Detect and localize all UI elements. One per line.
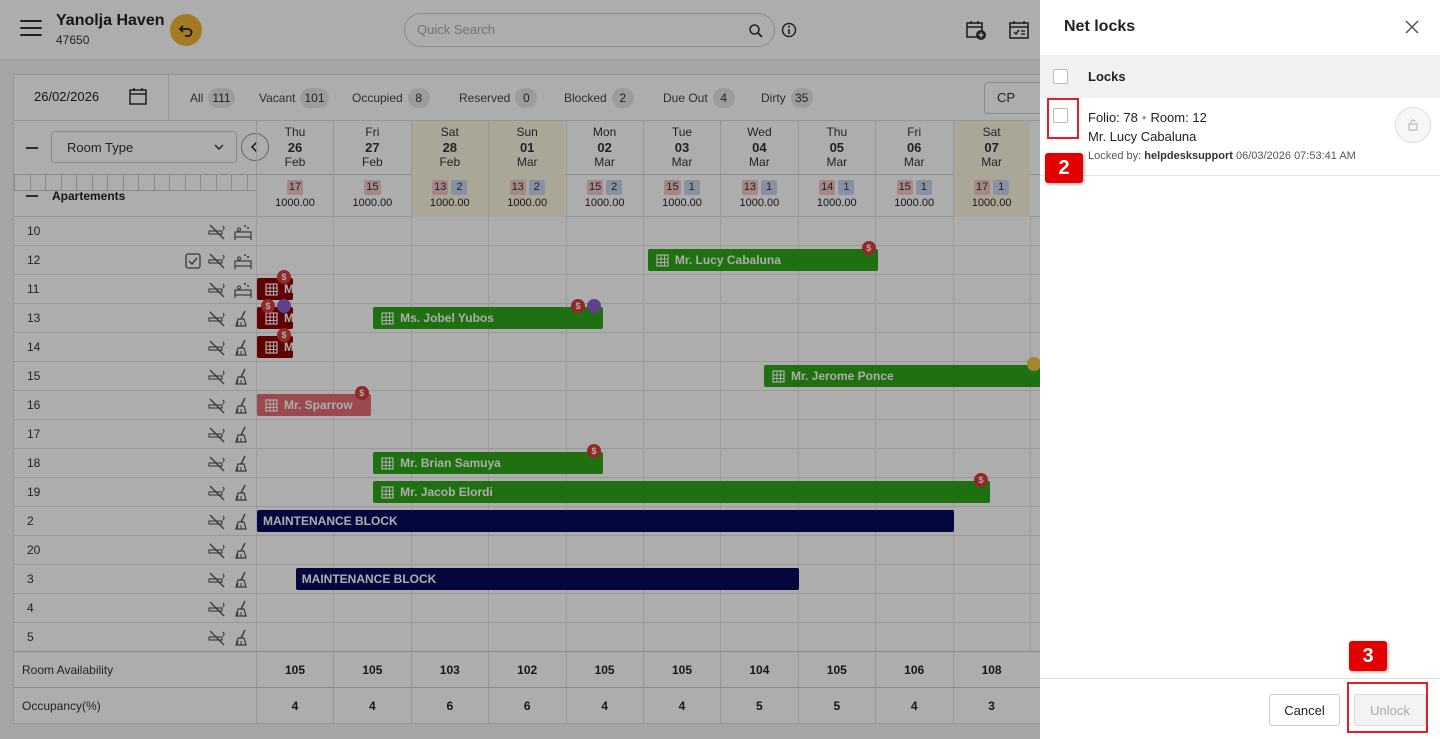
highlight-box-checkbox — [1047, 98, 1079, 139]
step-badge-2: 2 — [1045, 153, 1083, 183]
locked-by-user: helpdesksupport — [1144, 150, 1233, 162]
close-icon[interactable] — [1404, 19, 1420, 35]
lock-folio-room: Folio: 78 • Room: 12 — [1088, 110, 1207, 125]
panel-title: Net locks — [1064, 18, 1136, 35]
select-all-checkbox[interactable] — [1053, 69, 1068, 84]
locked-by-label: Locked by: — [1088, 150, 1142, 162]
step-badge-3: 3 — [1349, 641, 1387, 671]
locked-at: 06/03/2026 07:53:41 AM — [1235, 150, 1356, 162]
lock-folio: Folio: 78 — [1088, 110, 1138, 125]
cancel-button[interactable]: Cancel — [1269, 694, 1340, 726]
lock-room: Room: 12 — [1150, 110, 1207, 125]
highlight-box-unlock — [1347, 682, 1428, 733]
locks-header-label: Locks — [1088, 69, 1126, 84]
unlock-item-button[interactable] — [1395, 107, 1431, 143]
unlock-icon — [1408, 119, 1418, 131]
modal-overlay[interactable] — [0, 0, 1040, 739]
separator-dot: • — [1141, 110, 1147, 125]
net-locks-panel: Net locks Locks Folio: 78 • Room: 12 Mr. L… — [1040, 0, 1440, 739]
lock-meta: Locked by: helpdesksupport 06/03/2026 07… — [1088, 150, 1356, 162]
lock-list-item: Folio: 78 • Room: 12 Mr. Lucy Cabaluna Loc… — [1040, 98, 1440, 176]
lock-guest-name: Mr. Lucy Cabaluna — [1088, 129, 1197, 144]
locks-header: Locks — [1040, 55, 1440, 98]
